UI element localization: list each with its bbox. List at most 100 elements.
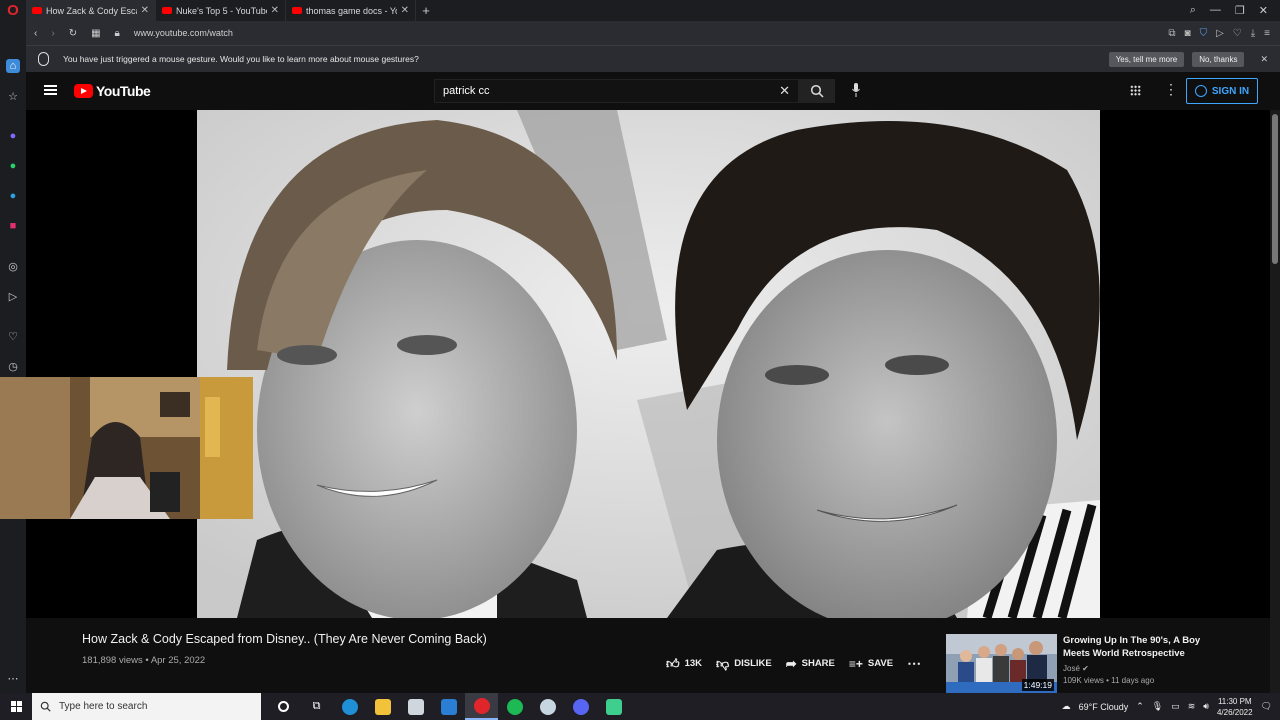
recommended-video-channel[interactable]: José ✔︎ — [1063, 664, 1089, 673]
reload-icon[interactable]: ↻ — [69, 28, 77, 39]
menu-icon[interactable]: ≡ — [1264, 28, 1270, 39]
heart-icon[interactable]: ♡ — [6, 329, 20, 343]
close-window-icon[interactable]: ✕ — [1259, 4, 1268, 17]
recommended-video-title[interactable]: Growing Up In The 90's, A Boy Meets Worl… — [1063, 634, 1213, 660]
weather-text[interactable]: 69°F Cloudy — [1079, 702, 1129, 712]
scrollbar-thumb[interactable] — [1272, 114, 1278, 264]
browser-tab-bar: O How Zack & Cody Escape ✕ Nuke's Top 5 … — [0, 0, 1280, 21]
search-box: ✕ — [434, 79, 799, 103]
window-controls: ⌕ — ❐ ✕ — [1190, 4, 1280, 17]
tab-label: thomas game docs - YouTube — [306, 5, 397, 16]
like-count: 13K — [684, 658, 703, 669]
search-input[interactable] — [443, 85, 780, 97]
star-icon[interactable]: ☆ — [6, 89, 20, 103]
video-thumbnail-image — [197, 110, 1100, 618]
whatsapp-icon[interactable]: ● — [6, 159, 20, 173]
history-icon[interactable]: ◷ — [6, 359, 20, 373]
opera-logo-icon[interactable]: O — [0, 0, 26, 21]
telegram-icon[interactable]: ● — [6, 189, 20, 203]
address-bar: ‹ › ↻ ▦ 🔒︎ www.youtube.com/watch ⧉ ◙ ⛉ ▷… — [26, 21, 1280, 45]
channel-name: José — [1063, 664, 1080, 673]
new-tab-button[interactable]: + — [416, 3, 436, 18]
volume-icon[interactable]: 🔊︎ — [1203, 701, 1209, 712]
share-button[interactable]: ➦ SHARE — [786, 656, 835, 672]
more-actions-button[interactable]: ⋯ — [907, 655, 921, 672]
webcam-image — [0, 377, 253, 519]
playlist-add-icon: ≡+ — [848, 656, 863, 671]
tab-1[interactable]: How Zack & Cody Escape ✕ — [26, 0, 156, 21]
microphone-tray-icon[interactable]: 🎙︎ — [1152, 701, 1163, 712]
share-label: SHARE — [801, 658, 835, 669]
tab-3[interactable]: thomas game docs - YouTube ✕ — [286, 0, 416, 21]
discord-icon[interactable] — [564, 693, 597, 720]
file-explorer-icon[interactable] — [366, 693, 399, 720]
home-icon[interactable]: ⌂ — [6, 59, 20, 73]
task-view-icon[interactable]: ⧉ — [300, 693, 333, 720]
clock[interactable]: 11:30 PM 4/26/2022 — [1217, 696, 1253, 718]
speed-dial-icon[interactable]: ▦ — [91, 28, 100, 39]
messenger-icon[interactable]: ● — [6, 129, 20, 143]
steam-icon[interactable] — [531, 693, 564, 720]
video-meta: 181,898 views • Apr 25, 2022 — [82, 655, 206, 666]
restore-icon[interactable]: ❐ — [1235, 4, 1245, 17]
url-field[interactable]: www.youtube.com/watch — [134, 28, 233, 38]
no-thanks-button[interactable]: No, thanks — [1192, 51, 1245, 67]
player-icon[interactable]: ◎ — [6, 259, 20, 273]
windows-taskbar: Type here to search ⧉ ☁ 69°F Cloudy ⌃ 🎙︎… — [0, 693, 1280, 720]
clear-search-icon[interactable]: ✕ — [779, 83, 798, 99]
start-button[interactable] — [0, 693, 32, 720]
wifi-icon[interactable]: ≋ — [1188, 701, 1196, 712]
opera-taskbar-icon[interactable] — [465, 693, 498, 720]
notifications-icon[interactable]: 🗨︎ — [1261, 701, 1272, 712]
download-icon[interactable]: ⤓ — [1251, 28, 1255, 39]
youtube-logo-text: YouTube — [96, 83, 151, 99]
microphone-icon[interactable] — [852, 83, 860, 97]
apps-grid-icon[interactable] — [1130, 85, 1141, 96]
minimize-icon[interactable]: — — [1210, 4, 1221, 17]
camera-icon[interactable]: ◙ — [1185, 28, 1191, 39]
send-icon[interactable]: ▷ — [1216, 28, 1224, 39]
battery-icon[interactable]: ▭ — [1171, 701, 1180, 712]
verified-icon: ✔︎ — [1082, 664, 1089, 673]
extensions-icon[interactable]: ⧉ — [1168, 28, 1175, 39]
dislike-button[interactable]: 👎︎ DISLIKE — [716, 656, 772, 672]
video-frame[interactable] — [197, 110, 1100, 618]
close-tab-icon[interactable]: ✕ — [141, 5, 149, 16]
share-icon: ➦ — [785, 655, 797, 671]
save-button[interactable]: ≡+ SAVE — [849, 657, 893, 671]
thumbs-up-icon: 👍︎ — [666, 655, 680, 671]
hamburger-menu-icon[interactable] — [44, 85, 57, 95]
heart-icon[interactable]: ♡ — [1233, 28, 1242, 39]
settings-dots-icon[interactable]: ⋮ — [1164, 82, 1178, 96]
edge-icon[interactable] — [333, 693, 366, 720]
back-icon[interactable]: ‹ — [34, 28, 37, 39]
search-button[interactable] — [799, 79, 835, 103]
cortana-icon[interactable] — [267, 693, 300, 720]
more-icon[interactable]: ⋯ — [6, 671, 20, 685]
tab-2[interactable]: Nuke's Top 5 - YouTube ✕ — [156, 0, 286, 21]
close-tab-icon[interactable]: ✕ — [401, 5, 409, 16]
tray-chevron-icon[interactable]: ⌃ — [1136, 701, 1144, 712]
search-tabs-icon[interactable]: ⌕ — [1190, 4, 1196, 17]
youtube-logo[interactable]: YouTube — [74, 83, 151, 99]
spotify-icon[interactable] — [498, 693, 531, 720]
clock-date: 4/26/2022 — [1216, 707, 1253, 717]
mail-icon[interactable] — [432, 693, 465, 720]
clock-time: 11:30 PM — [1217, 696, 1252, 706]
like-button[interactable]: 👍︎ 13K — [666, 656, 702, 672]
adblock-shield-icon[interactable]: ⛉ — [1200, 28, 1208, 39]
video-duration: 1:49:19 — [1021, 679, 1054, 691]
green-app-icon[interactable] — [597, 693, 630, 720]
store-icon[interactable] — [399, 693, 432, 720]
instagram-icon[interactable]: ■ — [6, 219, 20, 233]
recommended-video-thumbnail[interactable]: 1:49:19 — [946, 634, 1057, 693]
send-icon[interactable]: ▷ — [6, 289, 20, 303]
mouse-icon — [38, 52, 49, 66]
close-tab-icon[interactable]: ✕ — [271, 5, 279, 16]
sign-in-button[interactable]: SIGN IN — [1186, 78, 1258, 104]
forward-icon[interactable]: › — [51, 28, 54, 39]
close-notification-icon[interactable]: ✕ — [1260, 54, 1268, 65]
taskbar-search[interactable]: Type here to search — [32, 693, 261, 720]
yes-tell-me-more-button[interactable]: Yes, tell me more — [1108, 51, 1185, 67]
save-label: SAVE — [867, 658, 894, 669]
